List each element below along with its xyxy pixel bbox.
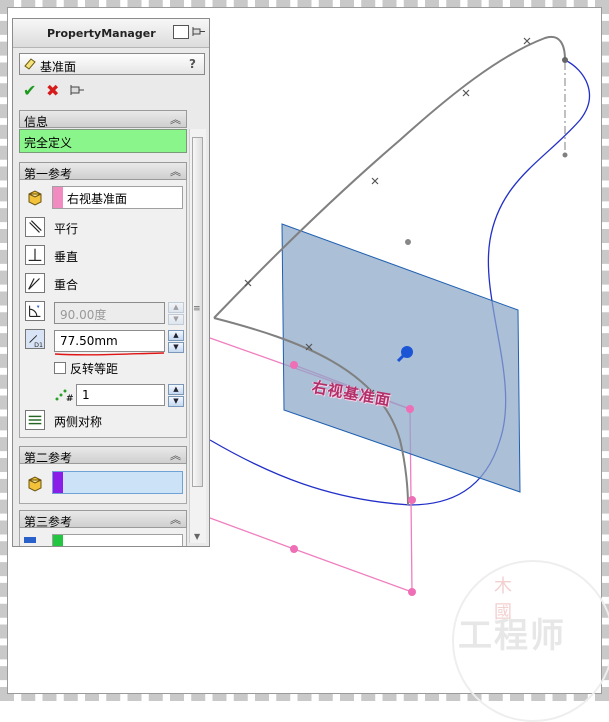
- distance-stepper[interactable]: ▲ ▼: [168, 330, 184, 353]
- angle-icon[interactable]: [25, 301, 45, 321]
- ok-button[interactable]: ✔: [23, 81, 36, 100]
- property-manager-titlebar: PropertyManager: [13, 19, 209, 48]
- svg-text:D1: D1: [34, 342, 43, 349]
- coincident-icon[interactable]: [25, 273, 45, 293]
- feature-header: 基准面 ?: [19, 53, 205, 75]
- distance-input[interactable]: 77.50mm: [54, 330, 165, 352]
- first-reference-header[interactable]: 第一参考 ︽: [19, 162, 187, 181]
- coincident-option[interactable]: 重合: [54, 276, 78, 293]
- third-reference-body: [19, 528, 187, 546]
- instance-count-input[interactable]: 1: [76, 384, 165, 406]
- plane-feature-icon: [24, 58, 36, 70]
- parallel-icon[interactable]: [25, 217, 45, 237]
- angle-input[interactable]: 90.00度: [54, 302, 165, 324]
- first-reference-selection[interactable]: 右视基准面: [52, 186, 183, 209]
- perpendicular-option[interactable]: 垂直: [54, 248, 78, 265]
- third-reference-selection[interactable]: [52, 534, 183, 546]
- collapse-icon[interactable]: ︽: [170, 447, 181, 463]
- feature-name: 基准面: [40, 60, 77, 74]
- help-icon[interactable]: ?: [189, 57, 196, 71]
- parallel-option[interactable]: 平行: [54, 220, 78, 237]
- property-manager-panel: PropertyManager 基准面 ? ✔ ✖ 信息 ︽ 完全定义 第一参考…: [12, 18, 210, 547]
- pin-icon[interactable]: [192, 26, 206, 38]
- flip-offset-label: 反转等距: [70, 362, 119, 376]
- instance-count-icon: #: [55, 389, 74, 403]
- selection-cube-icon: [28, 476, 42, 492]
- red-underline-annotation: [54, 352, 165, 356]
- pushpin-icon[interactable]: [69, 84, 85, 96]
- angle-stepper[interactable]: ▲ ▼: [168, 302, 184, 325]
- second-reference-selection[interactable]: [52, 471, 183, 494]
- svg-text:#: #: [66, 394, 74, 403]
- dock-icon[interactable]: [173, 25, 189, 39]
- collapse-icon[interactable]: ︽: [170, 111, 181, 127]
- third-reference-header[interactable]: 第三参考 ︽: [19, 510, 187, 529]
- scroll-down-icon[interactable]: ▼: [194, 532, 200, 541]
- cancel-button[interactable]: ✖: [46, 81, 59, 100]
- collapse-icon[interactable]: ︽: [170, 511, 181, 527]
- flip-offset-checkbox[interactable]: [54, 362, 66, 374]
- count-stepper[interactable]: ▲ ▼: [168, 384, 184, 407]
- action-bar: ✔ ✖: [21, 81, 121, 101]
- second-reference-body: [19, 464, 187, 504]
- first-reference-body: 右视基准面 平行 垂直 重合 90.00度 ▲ ▼ D1 77.50mm ▲ ▼ 反…: [19, 180, 187, 438]
- info-group-header[interactable]: 信息 ︽: [19, 110, 187, 129]
- mid-plane-icon[interactable]: [25, 410, 45, 430]
- watermark-logo: 木 國 工程师: [446, 552, 609, 722]
- offset-distance-icon[interactable]: D1: [25, 329, 45, 349]
- second-reference-header[interactable]: 第二参考 ︽: [19, 446, 187, 465]
- third-reference-icon: [24, 537, 36, 543]
- status-message: 完全定义: [19, 129, 187, 153]
- panel-scrollbar[interactable]: ≡ ▼: [189, 129, 206, 543]
- panel-title: PropertyManager: [47, 27, 156, 40]
- mid-plane-option[interactable]: 两侧对称: [54, 413, 102, 430]
- perpendicular-icon[interactable]: [25, 245, 45, 265]
- collapse-icon[interactable]: ︽: [170, 163, 181, 179]
- selection-cube-icon: [28, 190, 42, 206]
